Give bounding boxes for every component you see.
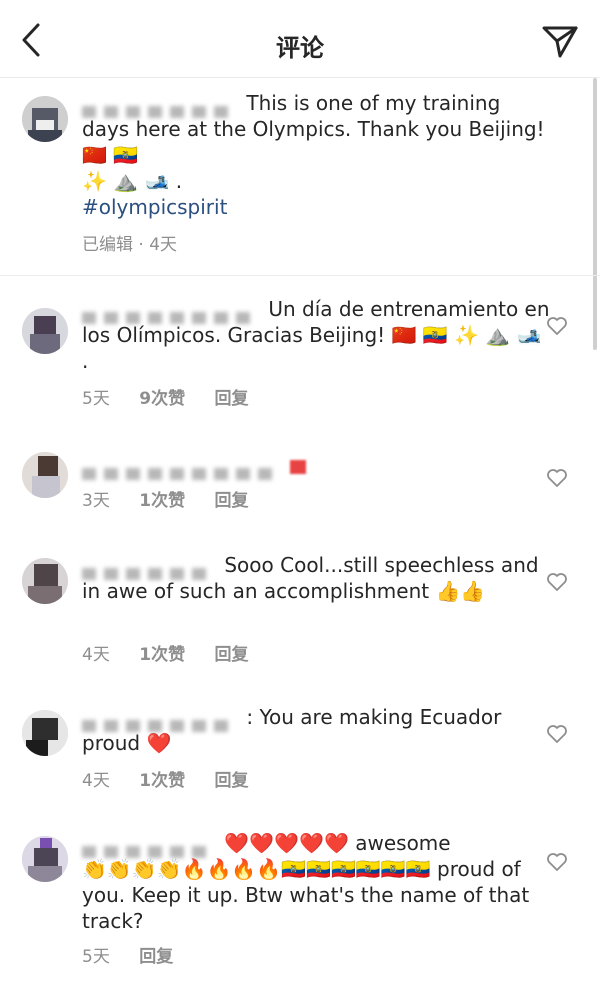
caption-text: This is one of my training days here at …	[82, 90, 552, 194]
username-blurred[interactable]	[82, 460, 280, 480]
share-button[interactable]	[542, 24, 578, 58]
reply-button[interactable]: 回复	[214, 645, 248, 665]
reply-button[interactable]: 回复	[214, 389, 248, 409]
comment-meta: 4天 1次赞 回复	[82, 640, 272, 665]
avatar[interactable]	[22, 96, 68, 142]
reply-button[interactable]: 回复	[139, 947, 173, 967]
heart-icon[interactable]	[546, 572, 568, 592]
avatar[interactable]	[22, 308, 68, 354]
hashtag-link[interactable]: #olympicspirit	[82, 194, 552, 220]
like-count[interactable]: 1次赞	[139, 645, 185, 665]
like-count[interactable]: 1次赞	[139, 771, 185, 791]
comment-text: ❤️❤️❤️❤️❤️ awesome 👏👏👏👏🔥🔥🔥🔥🇪🇨🇪🇨🇪🇨🇪🇨🇪🇨🇪🇨 …	[82, 831, 530, 933]
username-blurred[interactable]	[82, 304, 258, 324]
comment-meta: 5天 回复	[82, 942, 197, 967]
comment-meta: 4天 1次赞 回复	[82, 766, 272, 791]
comment-meta: 3天 1次赞 回复	[82, 486, 272, 511]
top-bar: 评论	[0, 0, 600, 78]
comment-time: 4天	[82, 771, 110, 791]
comment-time: 5天	[82, 389, 110, 409]
reply-button[interactable]: 回复	[214, 771, 248, 791]
comment-text: Sooo Cool...still speechless and in awe …	[82, 553, 539, 603]
username-blurred[interactable]	[82, 98, 236, 118]
comment-text	[82, 452, 552, 480]
username-blurred[interactable]	[82, 712, 236, 732]
paper-plane-icon	[542, 26, 578, 58]
caption-meta: 已编辑 · 4天	[82, 235, 178, 255]
username-blurred[interactable]	[82, 838, 214, 858]
comment-time: 4天	[82, 645, 110, 665]
comment-time: 5天	[82, 947, 110, 967]
like-count[interactable]: 9次赞	[139, 389, 185, 409]
avatar[interactable]	[22, 836, 68, 882]
flag-emojis: 🇨🇳 🇪🇨	[82, 143, 139, 167]
avatar[interactable]	[22, 710, 68, 756]
avatar[interactable]	[22, 558, 68, 604]
comment-meta: 5天 9次赞 回复	[82, 384, 272, 409]
heart-icon[interactable]	[546, 852, 568, 872]
comment-text: Un día de entrenamiento en los Olímpicos…	[82, 297, 550, 373]
comment-text: : You are making Ecuador proud ❤️	[82, 705, 502, 755]
like-count[interactable]: 1次赞	[139, 491, 185, 511]
comment-time: 3天	[82, 491, 110, 511]
heart-icon[interactable]	[546, 468, 568, 488]
blurred-emoji	[290, 459, 307, 474]
heart-icon[interactable]	[546, 724, 568, 744]
heart-icon[interactable]	[546, 316, 568, 336]
reply-button[interactable]: 回复	[214, 491, 248, 511]
decor-emojis: ✨ ⛰️ 🎿 .	[82, 169, 183, 193]
page-title: 评论	[276, 34, 324, 62]
username-blurred[interactable]	[82, 560, 214, 580]
avatar[interactable]	[22, 452, 68, 498]
post-caption: This is one of my training days here at …	[0, 80, 600, 276]
